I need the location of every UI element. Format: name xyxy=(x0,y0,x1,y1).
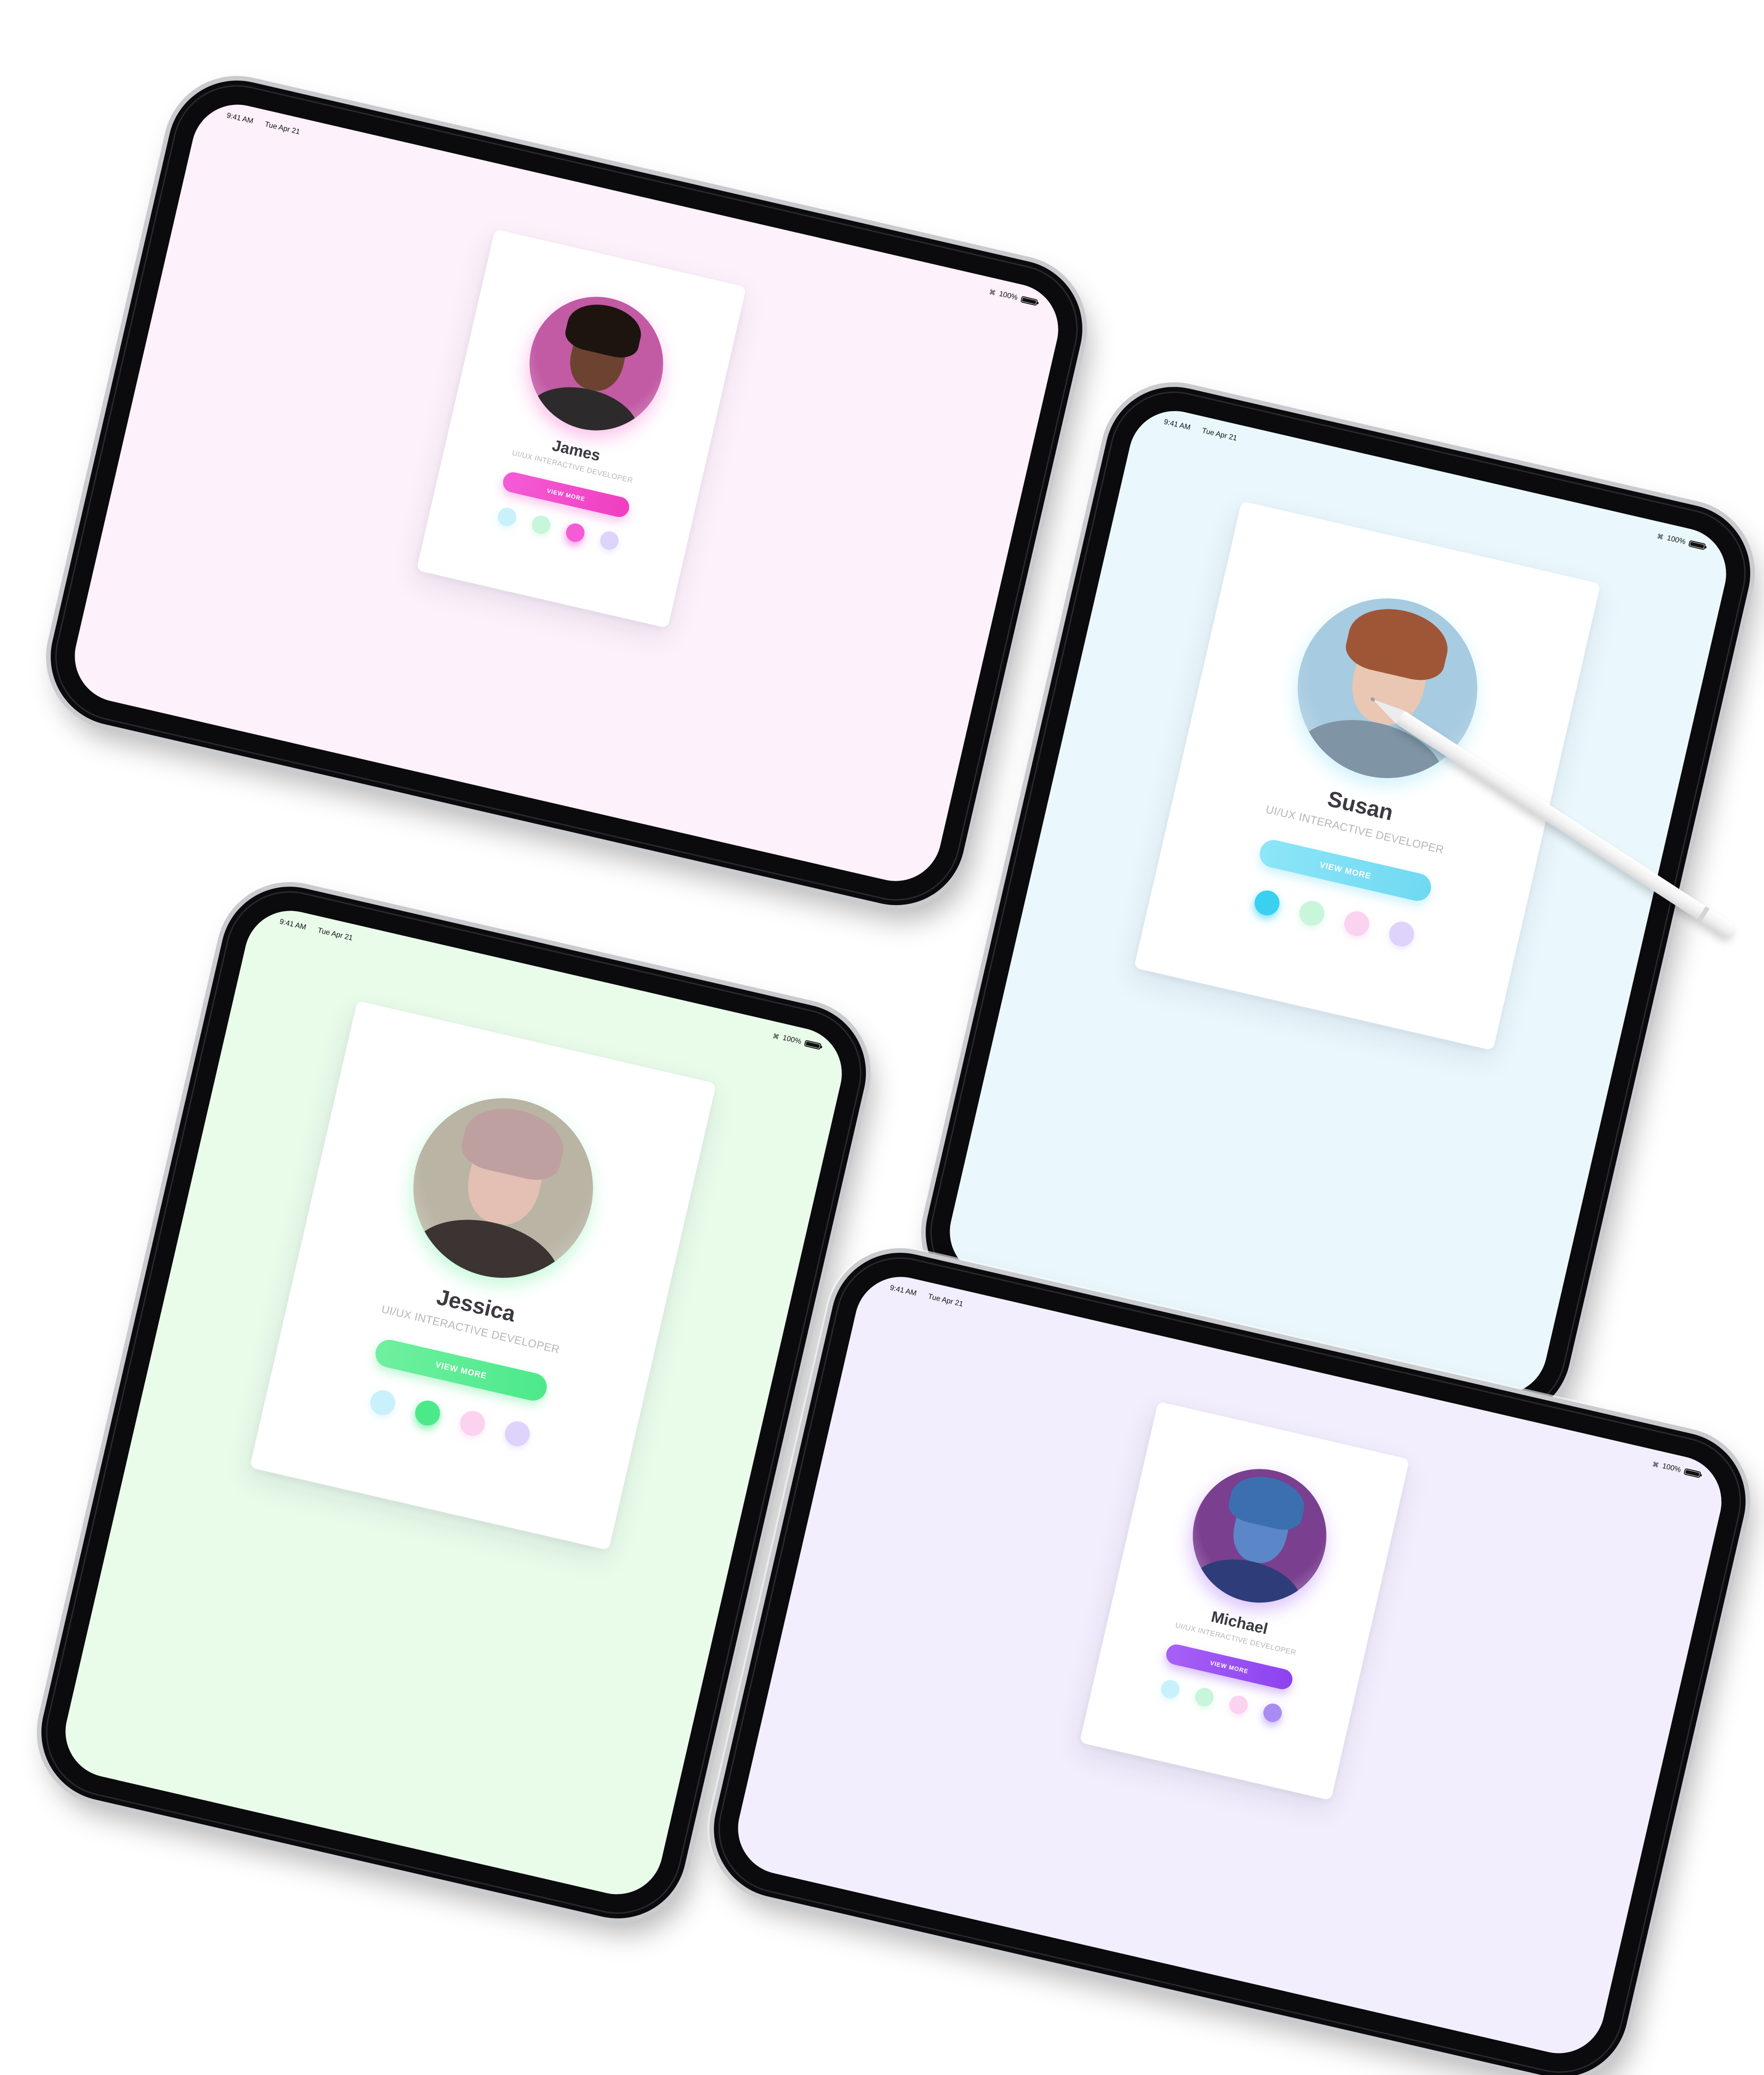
battery-icon xyxy=(804,1040,822,1050)
color-swatch[interactable] xyxy=(598,529,621,552)
battery-icon xyxy=(1683,1468,1701,1479)
ipad-screen: 9:41 AM Tue Apr 21 ⌘ 100% Michael UI/UX … xyxy=(729,1268,1731,2063)
mockup-stage: 9:41 AM Tue Apr 21 ⌘ 100% James UI/UX IN… xyxy=(0,0,1764,2075)
battery-percent: 100% xyxy=(998,290,1019,302)
profile-card: Susan UI/UX INTERACTIVE DEVELOPER VIEW M… xyxy=(1133,501,1601,1051)
battery-percent: 100% xyxy=(782,1034,802,1046)
color-swatch[interactable] xyxy=(564,521,587,544)
profile-card: Jessica UI/UX INTERACTIVE DEVELOPER VIEW… xyxy=(249,1000,717,1550)
battery-icon xyxy=(1020,296,1038,306)
status-time: 9:41 AM xyxy=(1163,418,1192,432)
status-time: 9:41 AM xyxy=(226,111,254,126)
color-swatches xyxy=(368,1387,532,1449)
ipad-susan: 9:41 AM Tue Apr 21 ⌘ 100% Susan UI/UX IN… xyxy=(912,373,1764,1432)
color-swatch[interactable] xyxy=(496,506,518,528)
ipad-james: 9:41 AM Tue Apr 21 ⌘ 100% James UI/UX IN… xyxy=(37,67,1096,919)
pencil-band xyxy=(1697,906,1710,922)
ipad-michael: 9:41 AM Tue Apr 21 ⌘ 100% Michael UI/UX … xyxy=(700,1239,1759,2075)
profile-card: Michael UI/UX INTERACTIVE DEVELOPER VIEW… xyxy=(1079,1401,1410,1800)
avatar xyxy=(1179,1455,1340,1616)
status-date: Tue Apr 21 xyxy=(927,1292,964,1309)
color-swatch[interactable] xyxy=(502,1419,532,1449)
color-swatch[interactable] xyxy=(1227,1694,1250,1716)
battery-percent: 100% xyxy=(1661,1462,1682,1474)
wifi-icon: ⌘ xyxy=(772,1032,780,1041)
status-time: 9:41 AM xyxy=(279,918,307,932)
color-swatch[interactable] xyxy=(1159,1678,1181,1701)
color-swatch[interactable] xyxy=(1193,1686,1215,1708)
color-swatch[interactable] xyxy=(1297,898,1327,929)
avatar xyxy=(395,1080,611,1296)
color-swatch[interactable] xyxy=(457,1408,488,1438)
wifi-icon: ⌘ xyxy=(1652,1460,1660,1469)
color-swatch[interactable] xyxy=(1342,908,1372,939)
ipad-screen: 9:41 AM Tue Apr 21 ⌘ 100% James UI/UX IN… xyxy=(65,95,1068,890)
profile-card: James UI/UX INTERACTIVE DEVELOPER VIEW M… xyxy=(416,229,747,628)
battery-icon xyxy=(1688,540,1706,550)
color-swatch[interactable] xyxy=(413,1398,443,1428)
battery-percent: 100% xyxy=(1666,534,1687,546)
status-date: Tue Apr 21 xyxy=(264,120,301,136)
wifi-icon: ⌘ xyxy=(988,288,997,297)
avatar xyxy=(516,283,677,444)
color-swatches xyxy=(1252,888,1417,949)
status-time: 9:41 AM xyxy=(889,1284,917,1298)
status-date: Tue Apr 21 xyxy=(316,926,354,942)
wifi-icon: ⌘ xyxy=(1656,532,1665,541)
color-swatch[interactable] xyxy=(368,1387,398,1418)
status-date: Tue Apr 21 xyxy=(1201,427,1238,443)
color-swatch[interactable] xyxy=(530,514,552,536)
color-swatch[interactable] xyxy=(1252,888,1282,918)
color-swatch[interactable] xyxy=(1262,1701,1284,1724)
ipad-screen: 9:41 AM Tue Apr 21 ⌘ 100% Susan UI/UX IN… xyxy=(940,402,1735,1404)
color-swatch[interactable] xyxy=(1386,919,1417,949)
